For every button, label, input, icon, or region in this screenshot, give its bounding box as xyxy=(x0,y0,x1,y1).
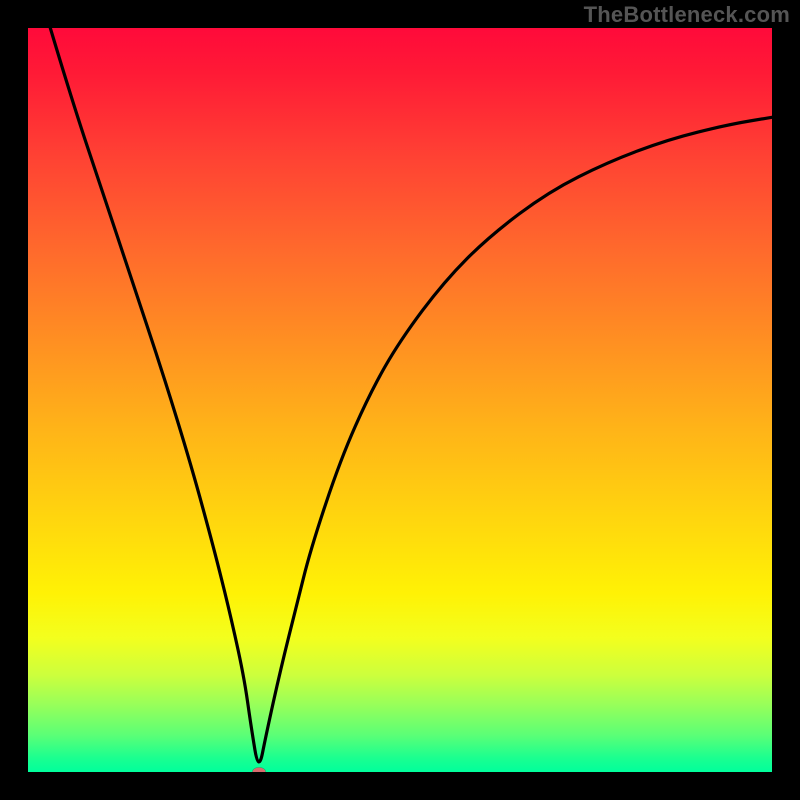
watermark-text: TheBottleneck.com xyxy=(584,2,790,28)
plot-area xyxy=(28,28,772,772)
bottleneck-curve xyxy=(28,28,772,772)
curve-path xyxy=(50,28,772,762)
minimum-marker xyxy=(252,768,265,773)
chart-frame: TheBottleneck.com xyxy=(0,0,800,800)
